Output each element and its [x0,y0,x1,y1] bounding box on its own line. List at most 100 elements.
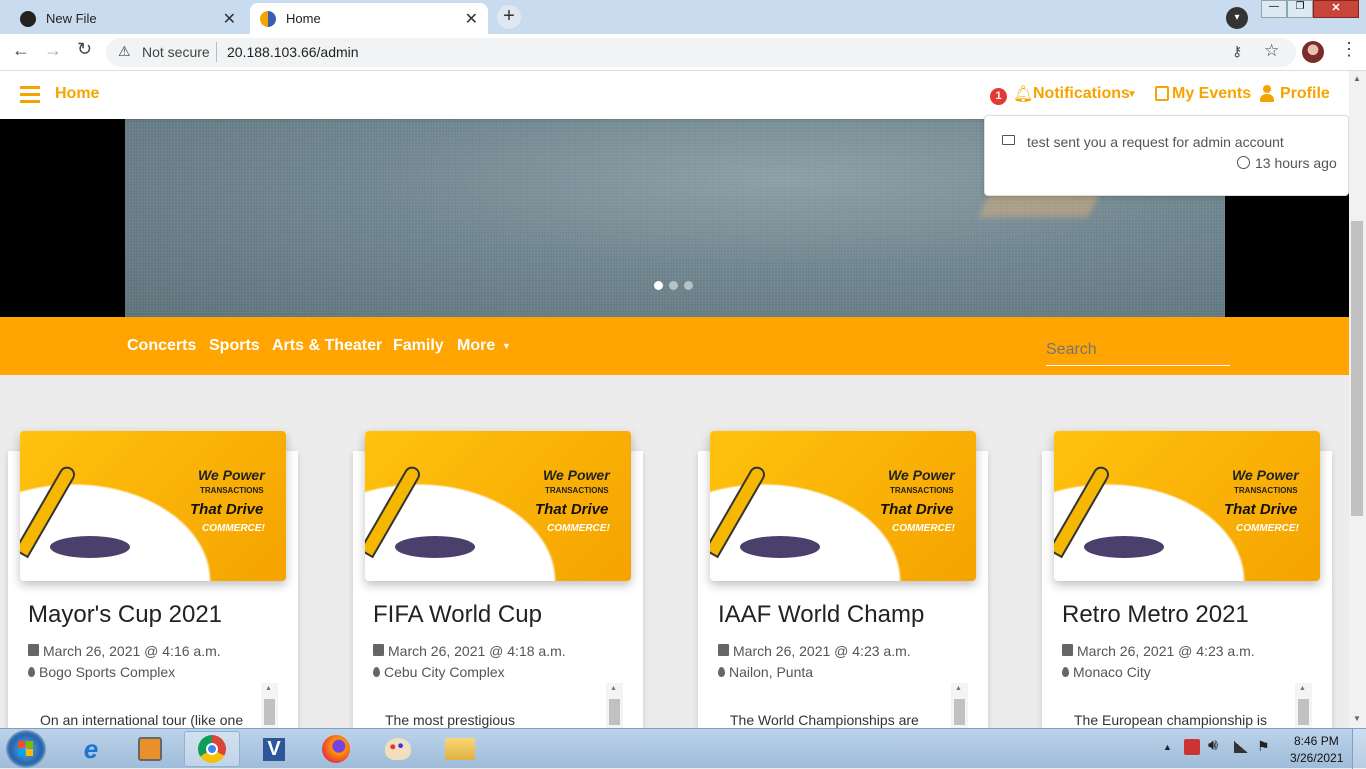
clock-icon [1237,156,1250,169]
browser-menu-icon[interactable]: ⋮ [1340,39,1358,60]
show-hidden-icons[interactable]: ▲ [1163,742,1172,752]
reload-icon[interactable]: ↻ [77,39,92,60]
description-scrollbar[interactable]: ▲ [1295,683,1312,728]
event-title[interactable]: Mayor's Cup 2021 [28,601,222,629]
paint-icon[interactable] [370,731,426,767]
event-card[interactable]: We Power TRANSACTIONS That Drive COMMERC… [1042,431,1332,728]
internet-explorer-icon[interactable]: e [63,731,119,767]
windows-taskbar: e V ▲ 🔊︎ ⚑ 8:46 PM 3/26/2021 [0,728,1366,769]
security-tray-icon[interactable] [1184,739,1200,755]
description-scrollbar[interactable]: ▲ [951,683,968,728]
category-sports[interactable]: Sports [209,337,260,355]
chrome-icon[interactable] [184,731,240,767]
scroll-up-arrow[interactable]: ▲ [1353,74,1361,83]
calendar-icon [1062,644,1073,656]
new-tab-button[interactable]: + [497,5,521,29]
event-date: March 26, 2021 @ 4:16 a.m. [28,643,221,659]
notifications-dropdown: test sent you a request for admin accoun… [984,115,1349,196]
bookmark-star-icon[interactable]: ☆ [1264,41,1279,61]
tab-title: New File [46,11,97,26]
event-banner-image: We Power TRANSACTIONS That Drive COMMERC… [20,431,286,581]
calendar-icon [718,644,729,656]
avatar[interactable] [1302,41,1324,63]
category-family[interactable]: Family [393,337,444,355]
user-icon [1260,85,1274,103]
network-icon[interactable] [1234,741,1248,753]
category-more[interactable]: More [457,337,495,355]
file-explorer-icon[interactable] [432,731,488,767]
event-banner-image: We Power TRANSACTIONS That Drive COMMERC… [365,431,631,581]
page-scrollbar[interactable]: ▲ ▼ [1349,71,1366,728]
scrollbar-thumb[interactable] [1351,221,1363,516]
top-navbar: Home 1 🔔︎ Notifications ▼ My Events Prof… [0,71,1349,119]
event-card[interactable]: We Power TRANSACTIONS That Drive COMMERC… [8,431,298,728]
notification-message[interactable]: test sent you a request for admin accoun… [1027,134,1284,150]
event-banner-image: We Power TRANSACTIONS That Drive COMMERC… [1054,431,1320,581]
carousel-indicators [654,281,693,290]
address-bar[interactable]: ⚠ Not secure 20.188.103.66/admin ⚷ ☆ [106,38,1296,67]
browser-tab-bar: New File ✕ Home ✕ + ▾ — ❐ ✕ [0,0,1366,34]
show-desktop-button[interactable] [1352,729,1366,769]
tab-home[interactable]: Home ✕ [250,3,488,34]
caret-down-icon: ▼ [502,341,511,351]
my-events-link[interactable]: My Events [1172,85,1251,103]
map-pin-icon [28,667,35,677]
omnibox-divider [216,42,217,62]
category-concerts[interactable]: Concerts [127,337,196,355]
security-label: Not secure [142,44,210,60]
volume-icon[interactable]: 🔊︎ [1208,737,1218,755]
description-scrollbar[interactable]: ▲ [261,683,278,728]
event-date: March 26, 2021 @ 4:23 a.m. [718,643,911,659]
tab-title: Home [286,11,321,26]
close-tab-icon[interactable]: ✕ [223,9,236,29]
scroll-down-arrow[interactable]: ▼ [1353,714,1361,723]
visual-studio-icon[interactable]: V [246,731,302,767]
event-title[interactable]: Retro Metro 2021 [1062,601,1249,629]
carousel-indicator[interactable] [654,281,663,290]
close-window-button[interactable]: ✕ [1313,0,1359,18]
event-location: Bogo Sports Complex [28,664,175,680]
category-arts-theater[interactable]: Arts & Theater [272,337,382,355]
close-tab-icon[interactable]: ✕ [465,9,478,29]
event-title[interactable]: FIFA World Cup [373,601,542,629]
minimize-button[interactable]: — [1261,0,1287,18]
carousel-indicator[interactable] [684,281,693,290]
taskbar-clock-date[interactable]: 3/26/2021 [1290,751,1343,765]
firefox-icon[interactable] [308,731,364,767]
calendar-check-icon [1155,86,1169,101]
taskbar-clock-time[interactable]: 8:46 PM [1294,734,1339,748]
browser-toolbar: ← → ↻ ⚠ Not secure 20.188.103.66/admin ⚷… [0,34,1366,71]
window-controls: — ❐ ✕ [1261,0,1363,18]
warning-icon: ⚠ [118,43,131,59]
home-link[interactable]: Home [55,85,99,103]
github-icon [20,10,36,27]
notification-time: 13 hours ago [1255,155,1337,171]
media-player-icon[interactable] [122,731,178,767]
event-description: The World Championships are [730,712,919,728]
event-card[interactable]: We Power TRANSACTIONS That Drive COMMERC… [698,431,988,728]
event-description: The most prestigious [385,712,515,728]
key-icon[interactable]: ⚷ [1232,43,1242,60]
maximize-button[interactable]: ❐ [1287,0,1313,18]
page-content: Home 1 🔔︎ Notifications ▼ My Events Prof… [0,71,1349,728]
description-scrollbar[interactable]: ▲ [606,683,623,728]
event-description: On an international tour (like one [40,712,244,728]
bell-icon: 🔔︎ [1013,86,1034,103]
url-text: 20.188.103.66/admin [227,44,359,60]
tab-new-file[interactable]: New File ✕ [8,3,246,34]
action-center-flag-icon[interactable]: ⚑ [1257,738,1270,755]
back-icon[interactable]: ← [12,40,30,61]
event-location: Cebu City Complex [373,664,505,680]
search-input[interactable] [1046,334,1230,366]
carousel-indicator[interactable] [669,281,678,290]
caret-down-icon: ▼ [1127,89,1137,100]
event-card[interactable]: We Power TRANSACTIONS That Drive COMMERC… [353,431,643,728]
profile-link[interactable]: Profile [1280,85,1330,103]
notifications-dropdown-toggle[interactable]: Notifications [1033,85,1130,103]
start-button[interactable] [6,730,46,768]
tab-search-icon[interactable]: ▾ [1226,7,1248,29]
hamburger-menu-icon[interactable] [20,85,40,103]
event-title[interactable]: IAAF World Champ [718,601,924,629]
map-pin-icon [373,667,380,677]
forward-icon[interactable]: → [44,40,62,61]
